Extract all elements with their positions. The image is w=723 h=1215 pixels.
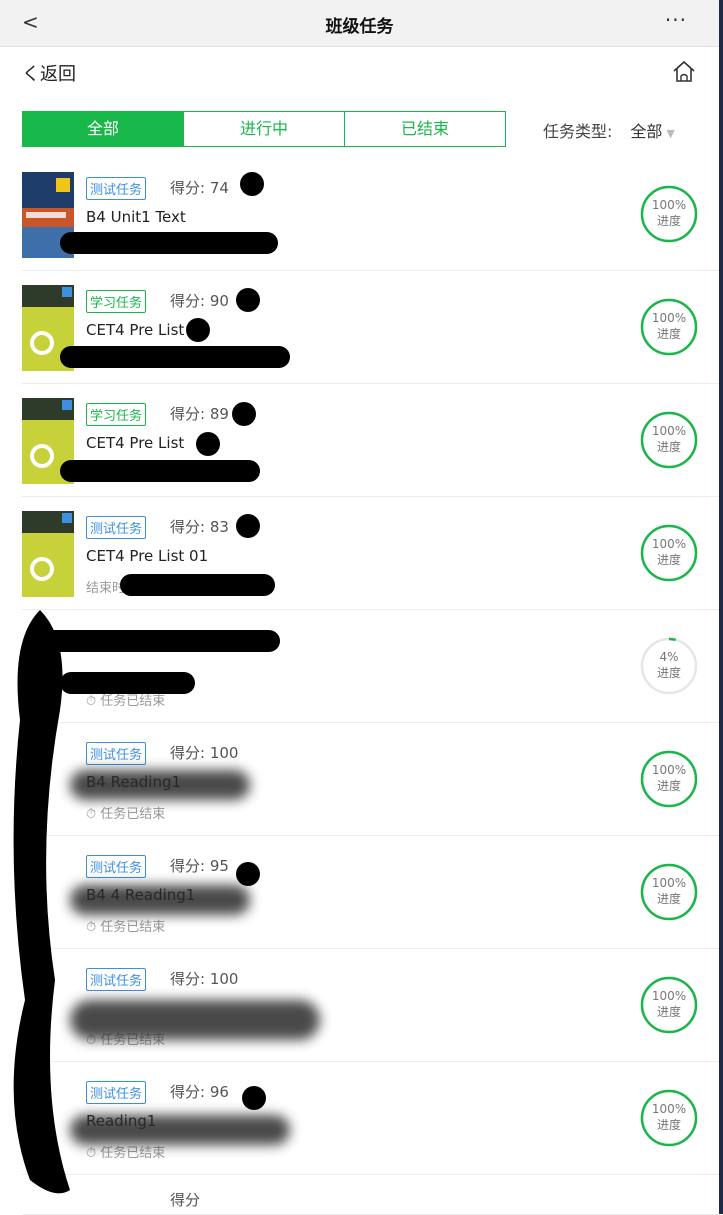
book-cover-image [22,511,74,597]
redaction-mark [70,885,250,915]
task-status-text: ⏱ 任务已结束 [86,920,166,935]
redaction-dot [232,402,256,426]
progress-ring: 100% 进度 [639,862,699,922]
tab-all[interactable]: 全部 [23,112,184,146]
progress-percent: 4% [659,650,679,664]
task-score: 得分: 100 [170,970,239,988]
task-score: 得分 [170,1191,201,1209]
progress-ring: 100% 进度 [639,184,699,244]
task-row[interactable]: 测试任务 得分: 74 B4 Unit1 Text 100% 进度 [22,158,719,271]
task-type-badge: 测试任务 [86,177,147,200]
progress-percent: 100% [651,198,687,212]
task-score: 得分: 74 [170,179,229,197]
progress-percent: 100% [651,311,687,325]
progress-label: 进度 [656,779,681,793]
progress-ring: 4% 进度 [639,636,699,696]
redaction-mark [60,232,278,254]
task-type-badge: 学习任务 [86,403,147,426]
progress-ring: 100% 进度 [639,410,699,470]
tab-ended[interactable]: 已结束 [345,112,505,146]
progress-percent: 100% [651,1102,687,1116]
task-title: CET4 Pre List [86,321,185,339]
status-tabs: 全部 进行中 已结束 [22,111,506,147]
task-type-badge: 测试任务 [86,968,147,991]
progress-label: 进度 [656,1005,681,1019]
progress-percent: 100% [651,763,687,777]
task-type-filter[interactable]: 任务类型: 全部 ▼ [543,118,675,142]
progress-label: 进度 [656,1118,681,1132]
progress-percent: 100% [651,989,687,1003]
redaction-mark [70,770,250,800]
task-type-badge: 测试任务 [86,742,147,765]
redaction-mark [70,1115,290,1145]
task-type-badge: 测试任务 [86,855,147,878]
chevron-down-icon: ▼ [666,127,675,140]
window-edge [719,0,723,1214]
task-type-badge: 测试任务 [86,1081,147,1104]
progress-ring: 100% 进度 [639,523,699,583]
redaction-mark [60,346,290,368]
redaction-scribble [13,610,71,1194]
timer-icon: ⏱ [86,694,101,709]
progress-ring: 100% 进度 [639,297,699,357]
progress-percent: 100% [651,537,687,551]
title-bar: < 班级任务 ··· [0,0,719,47]
task-score: 得分: 90 [170,292,229,310]
timer-icon: ⏱ [86,807,101,822]
progress-ring: 100% 进度 [639,749,699,809]
filter-label: 任务类型: [543,122,613,141]
task-title: CET4 Pre List [86,434,185,452]
progress-label: 进度 [656,892,681,906]
progress-ring: 100% 进度 [639,975,699,1035]
redaction-mark [60,672,195,694]
redaction-dot [196,432,220,456]
progress-percent: 100% [651,424,687,438]
redaction-mark [60,460,260,482]
redaction-dot [236,514,260,538]
back-button[interactable]: く返回 [22,60,76,86]
task-status-text: ⏱ 任务已结束 [86,807,166,822]
progress-ring: 100% 进度 [639,1088,699,1148]
redaction-dot [240,172,264,196]
task-score: 得分: 89 [170,405,229,423]
page-title: 班级任务 [325,17,394,37]
task-title: B4 Unit1 Text [86,208,186,226]
task-title: CET4 Pre List 01 [86,547,209,565]
redaction-dot [242,1086,266,1110]
more-menu-icon[interactable]: ··· [665,8,687,32]
task-score: 得分: 100 [170,744,239,762]
task-score: 得分: 95 [170,857,229,875]
progress-label: 进度 [656,666,681,680]
redaction-dot [236,862,260,886]
timer-icon: ⏱ [86,1146,101,1161]
tab-in-progress[interactable]: 进行中 [184,112,345,146]
redaction-dot [236,288,260,312]
progress-label: 进度 [656,440,681,454]
redaction-dot [186,318,210,342]
task-score: 得分: 96 [170,1083,229,1101]
nav-row: く返回 [0,47,719,97]
task-score: 得分: 83 [170,518,229,536]
progress-label: 进度 [656,327,681,341]
task-type-badge: 学习任务 [86,290,147,313]
task-type-badge: 测试任务 [86,516,147,539]
timer-icon: ⏱ [86,920,101,935]
filter-value[interactable]: 全部 [630,122,662,141]
task-row[interactable]: 得分 [22,1175,719,1215]
progress-label: 进度 [656,553,681,567]
home-icon[interactable] [671,59,697,85]
progress-label: 进度 [656,214,681,228]
task-row[interactable]: ⏱ 任务已结束 4% 进度 [22,610,719,723]
redaction-mark [120,574,275,596]
progress-percent: 100% [651,876,687,890]
redaction-mark [70,1000,320,1040]
